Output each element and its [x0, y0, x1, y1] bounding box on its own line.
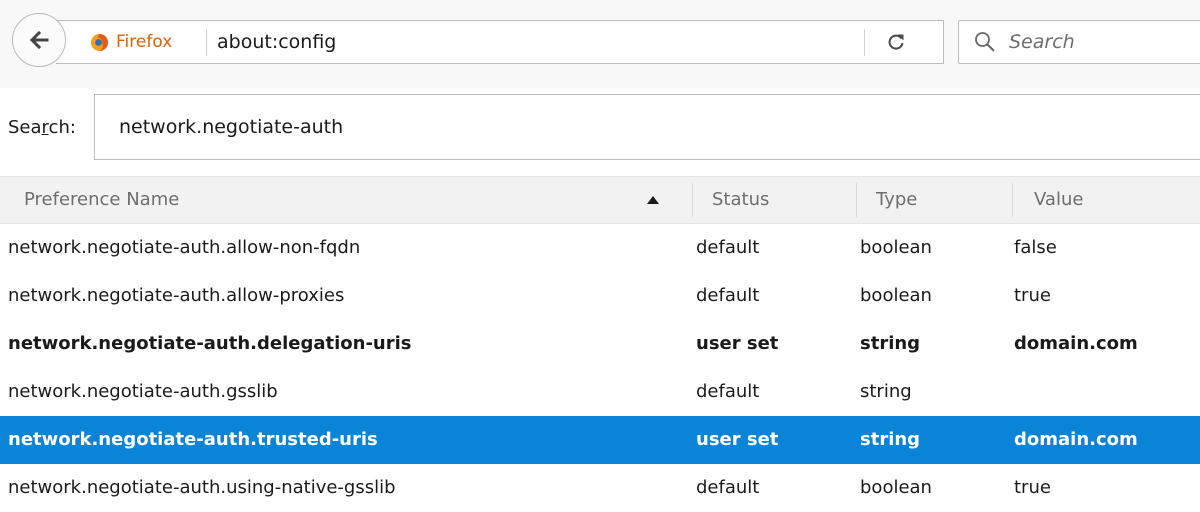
url-text[interactable]: about:config	[217, 21, 336, 63]
sort-ascending-icon	[647, 196, 659, 204]
status-cell: default	[696, 285, 760, 306]
type-cell: boolean	[860, 285, 932, 306]
identity-separator	[206, 29, 207, 56]
config-filter-bar: Search: network.negotiate-auth	[0, 88, 1200, 176]
status-cell: user set	[696, 429, 779, 450]
search-label: Search:	[8, 114, 76, 142]
search-label-start: Sea	[8, 117, 42, 138]
type-cell: string	[860, 381, 912, 402]
status-cell: default	[696, 237, 760, 258]
type-cell: string	[860, 333, 921, 354]
table-row[interactable]: network.negotiate-auth.allow-proxies def…	[0, 272, 1200, 320]
table-row[interactable]: network.negotiate-auth.using-native-gssl…	[0, 464, 1200, 512]
search-label-end: ch:	[48, 117, 76, 138]
column-separator[interactable]	[856, 183, 857, 217]
search-bar[interactable]: Search	[958, 20, 1200, 64]
reload-separator	[864, 29, 865, 56]
status-cell: default	[696, 381, 760, 402]
table-row[interactable]: network.negotiate-auth.gsslib default st…	[0, 368, 1200, 416]
column-header-preference-name[interactable]: Preference Name	[24, 177, 179, 223]
value-cell: false	[1014, 237, 1057, 258]
value-cell: domain.com	[1014, 333, 1138, 354]
site-identity[interactable]: Firefox	[90, 21, 172, 63]
url-bar[interactable]: Firefox about:config	[56, 20, 944, 64]
column-separator[interactable]	[692, 183, 693, 217]
preference-name-cell: network.negotiate-auth.delegation-uris	[8, 333, 412, 354]
type-cell: boolean	[860, 477, 932, 498]
column-separator[interactable]	[1012, 183, 1013, 217]
back-arrow-icon	[29, 30, 49, 50]
reload-icon	[888, 34, 904, 50]
value-cell: true	[1014, 285, 1051, 306]
type-cell: boolean	[860, 237, 932, 258]
table-row-selected[interactable]: network.negotiate-auth.trusted-uris user…	[0, 416, 1200, 464]
table-row[interactable]: network.negotiate-auth.delegation-uris u…	[0, 320, 1200, 368]
back-button[interactable]	[12, 13, 66, 67]
search-icon	[973, 30, 997, 54]
table-header: Preference Name Status Type Value	[0, 176, 1200, 224]
preferences-table: Preference Name Status Type Value networ…	[0, 176, 1200, 512]
preference-name-cell: network.negotiate-auth.allow-non-fqdn	[8, 237, 361, 258]
value-cell: domain.com	[1014, 429, 1138, 450]
column-header-status[interactable]: Status	[712, 177, 769, 223]
preference-search-input[interactable]: network.negotiate-auth	[94, 94, 1200, 160]
value-cell: true	[1014, 477, 1051, 498]
column-header-value[interactable]: Value	[1034, 177, 1083, 223]
preference-name-cell: network.negotiate-auth.trusted-uris	[8, 429, 378, 450]
status-cell: user set	[696, 333, 779, 354]
reload-button[interactable]	[876, 27, 916, 57]
status-cell: default	[696, 477, 760, 498]
type-cell: string	[860, 429, 921, 450]
search-label-access-key: r	[41, 117, 49, 138]
preference-name-cell: network.negotiate-auth.using-native-gssl…	[8, 477, 396, 498]
table-row[interactable]: network.negotiate-auth.allow-non-fqdn de…	[0, 224, 1200, 272]
navigation-toolbar: Firefox about:config Search	[0, 0, 1200, 89]
search-placeholder: Search	[1009, 31, 1075, 53]
firefox-logo-icon	[90, 33, 109, 51]
column-header-type[interactable]: Type	[876, 177, 917, 223]
preference-name-cell: network.negotiate-auth.gsslib	[8, 381, 278, 402]
preference-name-cell: network.negotiate-auth.allow-proxies	[8, 285, 345, 306]
identity-label: Firefox	[116, 32, 173, 52]
